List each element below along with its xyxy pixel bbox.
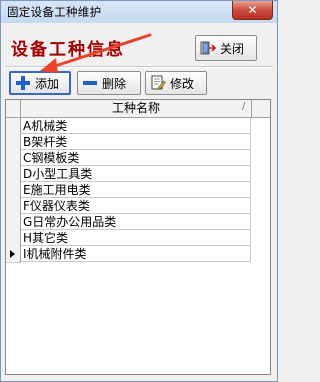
plus-icon xyxy=(15,75,31,91)
column-header-work-type[interactable]: 工种名称 xyxy=(21,100,252,117)
row-indicator[interactable] xyxy=(6,214,21,231)
table-row[interactable]: G日常办公用品类 xyxy=(6,214,270,231)
table-row[interactable]: B架杆类 xyxy=(6,134,270,151)
window-close-button[interactable]: ✕ xyxy=(232,1,273,20)
close-button-label: 关闭 xyxy=(220,41,245,56)
table-row[interactable]: D小型工具类 xyxy=(6,166,270,183)
row-indicator[interactable] xyxy=(6,230,21,247)
close-button[interactable]: 关闭 xyxy=(195,35,257,61)
work-type-cell[interactable]: B架杆类 xyxy=(21,134,251,150)
work-type-cell[interactable]: C钢模板类 xyxy=(21,150,251,166)
edit-button[interactable]: 修改 xyxy=(145,71,207,95)
grid-corner xyxy=(6,100,21,117)
work-type-cell[interactable]: A机械类 xyxy=(21,118,251,134)
work-type-cell[interactable]: E施工用电类 xyxy=(21,182,251,198)
table-row[interactable]: C钢模板类 xyxy=(6,150,270,167)
delete-button-label: 删除 xyxy=(102,76,127,91)
table-row[interactable]: I机械附件类 xyxy=(6,246,270,263)
row-indicator[interactable] xyxy=(6,246,21,263)
work-type-cell[interactable]: D小型工具类 xyxy=(21,166,251,182)
row-indicator[interactable] xyxy=(6,166,21,183)
work-type-cell[interactable]: H其它类 xyxy=(21,230,251,246)
client-area: 设备工种信息 关闭 添加 删除 修改 工种名称 / A机械类 B架杆类 C钢模板… xyxy=(5,25,273,377)
page-title: 设备工种信息 xyxy=(11,40,125,60)
dialog-window: 固定设备工种维护 ✕ 设备工种信息 关闭 添加 删除 修改 工种名称 / A机械… xyxy=(0,0,278,382)
edit-document-icon xyxy=(150,75,166,91)
add-button-label: 添加 xyxy=(35,76,60,91)
table-row[interactable]: A机械类 xyxy=(6,118,270,135)
divider xyxy=(5,66,273,68)
work-type-cell[interactable]: G日常办公用品类 xyxy=(21,214,251,230)
work-type-grid[interactable]: 工种名称 / A机械类 B架杆类 C钢模板类 D小型工具类 E施工用电类 F仪器仪表类 G日… xyxy=(5,99,271,375)
minus-icon xyxy=(82,75,98,91)
table-row[interactable]: F仪器仪表类 xyxy=(6,198,270,215)
add-button[interactable]: 添加 xyxy=(9,71,71,95)
row-indicator[interactable] xyxy=(6,198,21,215)
delete-button[interactable]: 删除 xyxy=(77,71,141,95)
row-indicator[interactable] xyxy=(6,150,21,167)
work-type-cell[interactable]: I机械附件类 xyxy=(21,246,251,262)
edit-button-label: 修改 xyxy=(170,76,195,91)
exit-door-icon xyxy=(200,40,217,56)
row-indicator[interactable] xyxy=(6,118,21,135)
current-row-pointer-icon xyxy=(10,250,15,258)
table-row[interactable]: H其它类 xyxy=(6,230,270,247)
column-sort-marker-icon: / xyxy=(242,101,246,112)
row-indicator[interactable] xyxy=(6,182,21,199)
row-indicator[interactable] xyxy=(6,134,21,151)
work-type-cell[interactable]: F仪器仪表类 xyxy=(21,198,251,214)
window-title: 固定设备工种维护 xyxy=(7,5,102,19)
title-bar[interactable]: 固定设备工种维护 ✕ xyxy=(1,1,277,23)
table-row[interactable]: E施工用电类 xyxy=(6,182,270,199)
grid-header: 工种名称 / xyxy=(6,100,270,118)
